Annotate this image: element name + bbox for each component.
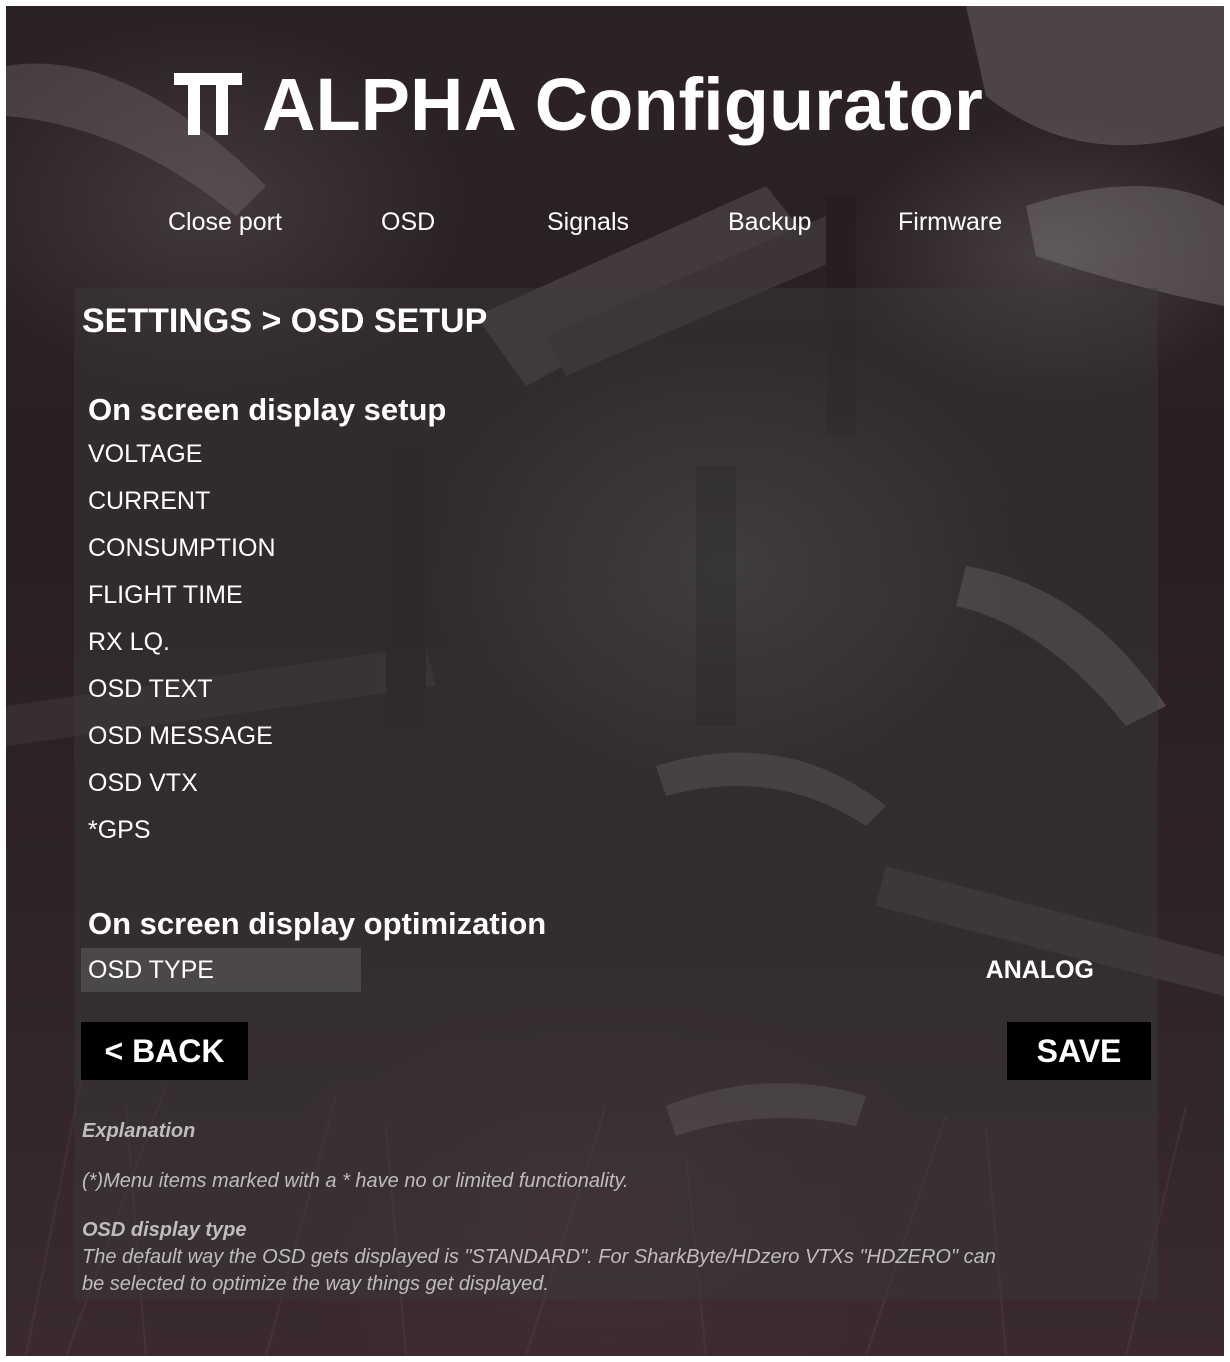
osd-type-help-line1: The default way the OSD gets displayed i… (82, 1246, 996, 1268)
main-nav: Close port OSD Signals Backup Firmware (6, 208, 1224, 248)
osd-type-value[interactable]: ANALOG (986, 956, 1094, 985)
nav-close-port[interactable]: Close port (168, 208, 282, 237)
osd-setup-title: On screen display setup (88, 392, 447, 427)
app-logo: ALPHA Configurator (174, 62, 983, 146)
osd-item-rx-lq[interactable]: RX LQ. (88, 628, 170, 657)
osd-item-flight-time[interactable]: FLIGHT TIME (88, 581, 243, 610)
osd-optimization-title: On screen display optimization (88, 906, 547, 941)
settings-panel: SETTINGS > OSD SETUP On screen display s… (74, 288, 1158, 1300)
osd-type-row[interactable]: OSD TYPE (81, 948, 361, 992)
osd-item-gps[interactable]: *GPS (88, 816, 151, 845)
tt-logo-icon (174, 73, 242, 135)
back-button[interactable]: < BACK (81, 1022, 248, 1080)
nav-osd[interactable]: OSD (381, 208, 435, 237)
osd-type-label: OSD TYPE (88, 956, 214, 984)
app-title: ALPHA Configurator (262, 62, 983, 146)
nav-signals[interactable]: Signals (547, 208, 629, 237)
osd-item-osd-message[interactable]: OSD MESSAGE (88, 722, 273, 751)
nav-firmware[interactable]: Firmware (898, 208, 1002, 237)
explanation-heading: Explanation (82, 1120, 196, 1142)
save-button[interactable]: SAVE (1007, 1022, 1151, 1080)
osd-type-help-line2: be selected to optimize the way things g… (82, 1273, 549, 1295)
osd-type-help-heading: OSD display type (82, 1219, 247, 1241)
explanation-note: (*)Menu items marked with a * have no or… (82, 1170, 629, 1192)
osd-item-osd-text[interactable]: OSD TEXT (88, 675, 213, 704)
app-window: ALPHA Configurator Close port OSD Signal… (6, 6, 1224, 1356)
osd-item-osd-vtx[interactable]: OSD VTX (88, 769, 198, 798)
osd-item-voltage[interactable]: VOLTAGE (88, 440, 202, 469)
breadcrumb: SETTINGS > OSD SETUP (82, 302, 488, 340)
osd-item-current[interactable]: CURRENT (88, 487, 210, 516)
nav-backup[interactable]: Backup (728, 208, 811, 237)
osd-item-consumption[interactable]: CONSUMPTION (88, 534, 276, 563)
